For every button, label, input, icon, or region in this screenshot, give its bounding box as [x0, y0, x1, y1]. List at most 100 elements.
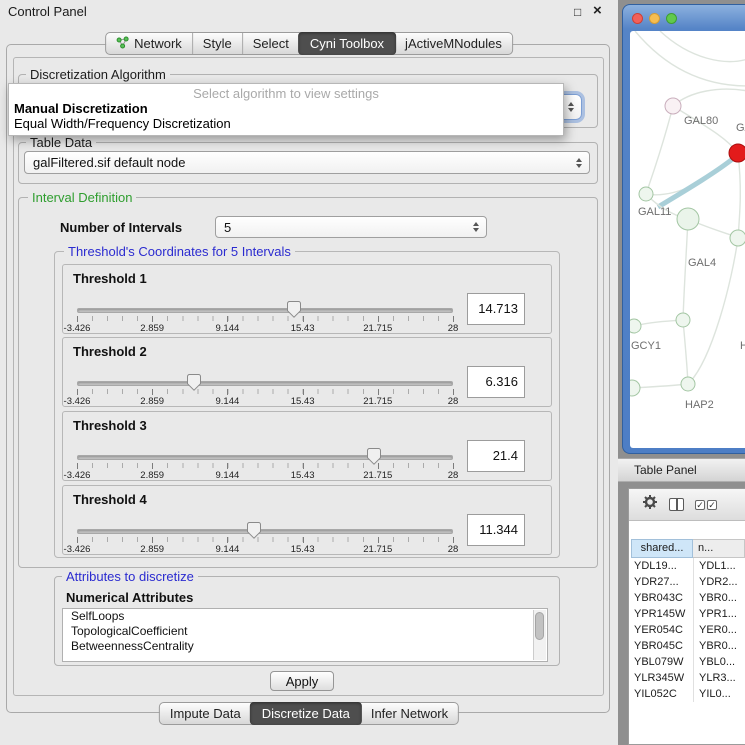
table-cell[interactable]: YPR1...: [693, 606, 745, 622]
slider-ticks: [77, 389, 453, 394]
table-cell[interactable]: YPR145W: [631, 606, 693, 622]
table-row[interactable]: YPR145WYPR1...: [631, 606, 745, 622]
table-row[interactable]: YDL19...YDL1...: [631, 558, 745, 574]
network-node[interactable]: [630, 319, 641, 333]
network-edge[interactable]: [635, 31, 745, 86]
table-row[interactable]: YBR045CYBR0...: [631, 638, 745, 654]
network-node[interactable]: [639, 187, 653, 201]
threshold-3-value-field[interactable]: 21.4: [467, 440, 525, 472]
tab-jactivemnodules[interactable]: jActiveMNodules: [395, 33, 512, 54]
gear-icon[interactable]: [642, 494, 658, 515]
tab-infer-network[interactable]: Infer Network: [361, 703, 458, 724]
table-cell[interactable]: YBR0...: [693, 638, 745, 654]
close-panel-icon[interactable]: ×: [593, 2, 602, 19]
table-cell[interactable]: YLR345W: [631, 670, 693, 686]
network-node[interactable]: [681, 377, 695, 391]
threshold-3-slider[interactable]: -3.4262.8599.14415.4321.71528: [77, 450, 453, 480]
slider-handle[interactable]: [367, 448, 381, 465]
table-cell[interactable]: YBR0...: [693, 590, 745, 606]
threshold-2-slider[interactable]: -3.4262.8599.14415.4321.71528: [77, 376, 453, 406]
window-close-light[interactable]: [632, 13, 643, 24]
table-row[interactable]: YBR043CYBR0...: [631, 590, 745, 606]
window-minimize-light[interactable]: [649, 13, 660, 24]
threshold-4-slider[interactable]: -3.4262.8599.14415.4321.71528: [77, 524, 453, 554]
table-row[interactable]: YER054CYER0...: [631, 622, 745, 638]
slider-handle[interactable]: [247, 522, 261, 539]
slider-track[interactable]: [77, 455, 453, 460]
network-edge[interactable]: [738, 153, 740, 238]
tab-discretize-data[interactable]: Discretize Data: [250, 702, 362, 725]
list-scrollbar-thumb[interactable]: [535, 612, 544, 640]
column-header-name[interactable]: n...: [693, 539, 745, 558]
tab-style[interactable]: Style: [192, 33, 242, 54]
slider-handle[interactable]: [187, 374, 201, 391]
tab-impute-data[interactable]: Impute Data: [160, 703, 251, 724]
apply-button[interactable]: Apply: [270, 671, 334, 691]
slider-track[interactable]: [77, 529, 453, 534]
table-cell[interactable]: YDR27...: [631, 574, 693, 590]
tab-cyni-toolbox[interactable]: Cyni Toolbox: [298, 32, 396, 55]
dropdown-option-equal-width[interactable]: Equal Width/Frequency Discretization: [9, 116, 563, 131]
columns-icon[interactable]: [669, 498, 684, 511]
table-panel-header[interactable]: Table Panel: [618, 458, 745, 482]
network-edge[interactable]: [646, 106, 673, 194]
table-toolbar: ✓ ✓: [629, 489, 745, 521]
threshold-2-value-field[interactable]: 6.316: [467, 366, 525, 398]
dropdown-option-manual[interactable]: Manual Discretization: [9, 101, 563, 116]
network-node[interactable]: [729, 144, 745, 162]
table-cell[interactable]: YIL052C: [631, 686, 693, 702]
network-node[interactable]: [676, 313, 690, 327]
list-scrollbar[interactable]: [533, 610, 546, 660]
network-node[interactable]: [677, 208, 699, 230]
tab-select[interactable]: Select: [242, 33, 299, 54]
tab-network[interactable]: Network: [106, 33, 192, 54]
table-cell[interactable]: YBL079W: [631, 654, 693, 670]
table-row[interactable]: YIL052CYIL0...: [631, 686, 745, 702]
tick-label: 15.43: [291, 470, 315, 481]
table-row[interactable]: YBL079WYBL0...: [631, 654, 745, 670]
network-node[interactable]: [730, 230, 745, 246]
tick-label: 9.144: [216, 470, 240, 481]
network-edge[interactable]: [683, 219, 688, 320]
table-cell[interactable]: YDR2...: [693, 574, 745, 590]
network-view-window[interactable]: GAL80GAGAL11GAL4GCY1HHAP2: [622, 4, 745, 454]
threshold-4-value-field[interactable]: 11.344: [467, 514, 525, 546]
table-row[interactable]: YLR345WYLR3...: [631, 670, 745, 686]
window-zoom-light[interactable]: [666, 13, 677, 24]
list-item[interactable]: SelfLoops: [63, 609, 547, 624]
network-edge[interactable]: [683, 320, 688, 384]
network-edge[interactable]: [658, 157, 735, 207]
slider-track[interactable]: [77, 381, 453, 386]
table-cell[interactable]: YBR043C: [631, 590, 693, 606]
threshold-1-value-field[interactable]: 14.713: [467, 293, 525, 325]
column-header-shared-name[interactable]: shared...: [631, 539, 693, 558]
network-node-label: GCY1: [631, 340, 661, 352]
table-row[interactable]: YDR27...YDR2...: [631, 574, 745, 590]
table-cell[interactable]: YBL0...: [693, 654, 745, 670]
network-node[interactable]: [665, 98, 681, 114]
table-data-combobox[interactable]: galFiltered.sif default node: [24, 151, 590, 174]
network-edge[interactable]: [673, 106, 738, 153]
table-cell[interactable]: YIL0...: [693, 686, 745, 702]
select-columns-icon[interactable]: ✓ ✓: [695, 500, 717, 510]
list-item[interactable]: BetweennessCentrality: [63, 639, 547, 654]
table-cell[interactable]: YER054C: [631, 622, 693, 638]
algorithm-dropdown-popup: Select algorithm to view settings Manual…: [8, 83, 564, 136]
float-window-icon[interactable]: □: [574, 5, 581, 19]
threshold-1-slider[interactable]: -3.4262.8599.14415.4321.71528: [77, 303, 453, 333]
network-canvas[interactable]: GAL80GAGAL11GAL4GCY1HHAP2: [630, 31, 745, 448]
number-of-intervals-combobox[interactable]: 5: [215, 216, 487, 238]
slider-track[interactable]: [77, 308, 453, 313]
network-node[interactable]: [630, 380, 640, 396]
list-item[interactable]: TopologicalCoefficient: [63, 624, 547, 639]
table-cell[interactable]: YLR3...: [693, 670, 745, 686]
network-edge[interactable]: [673, 89, 745, 106]
network-edge[interactable]: [660, 31, 745, 62]
table-cell[interactable]: YBR045C: [631, 638, 693, 654]
table-cell[interactable]: YER0...: [693, 622, 745, 638]
table-cell[interactable]: YDL1...: [693, 558, 745, 574]
numerical-attributes-list[interactable]: SelfLoops TopologicalCoefficient Between…: [62, 608, 548, 662]
table-cell[interactable]: YDL19...: [631, 558, 693, 574]
slider-handle[interactable]: [287, 301, 301, 318]
network-svg[interactable]: GAL80GAGAL11GAL4GCY1HHAP2: [630, 31, 745, 448]
